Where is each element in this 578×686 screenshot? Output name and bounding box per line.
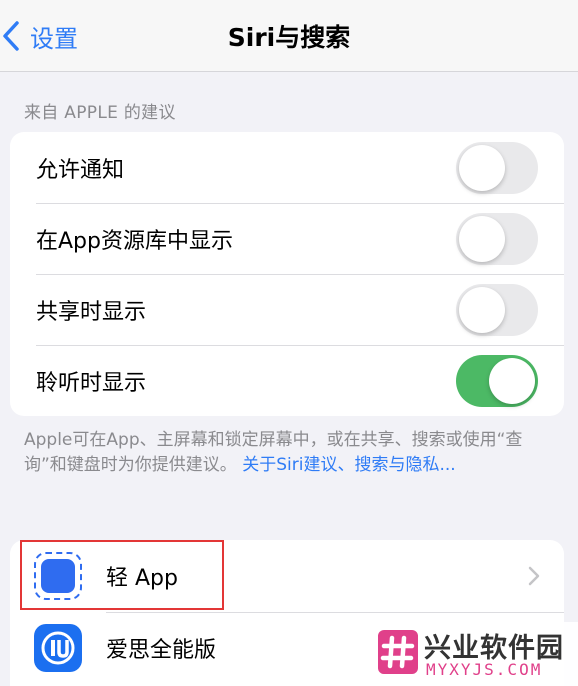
row-show-when-sharing: 共享时显示: [10, 274, 564, 345]
section-header: 来自 APPLE 的建议: [24, 103, 176, 123]
hash-logo-icon: [378, 630, 418, 674]
toggle-knob: [459, 286, 505, 333]
show-when-sharing-toggle[interactable]: [456, 283, 538, 336]
toggle-knob: [459, 215, 505, 262]
siri-privacy-link[interactable]: 关于Siri建议、搜索与隐私...: [242, 455, 455, 475]
row-allow-notifications: 允许通知: [10, 132, 564, 203]
navigation-bar: 设置 Siri与搜索: [0, 0, 578, 72]
aisi-app-icon: [34, 624, 82, 672]
watermark: 兴业软件园 MYXYJS.COM: [372, 622, 578, 686]
toggle-knob: [459, 144, 505, 191]
show-when-listening-toggle[interactable]: [456, 354, 538, 407]
show-in-app-library-toggle[interactable]: [456, 212, 538, 265]
page-title: Siri与搜索: [227, 23, 351, 52]
section-footer: Apple可在App、主屏幕和锁定屏幕中，或在共享、搜索或使用“查询”和键盘时为…: [24, 428, 552, 478]
chevron-right-icon: [528, 566, 540, 586]
toggle-knob: [489, 357, 535, 404]
highlight-box: [20, 540, 224, 610]
row-show-in-app-library: 在App资源库中显示: [10, 203, 564, 274]
suggestions-group: 允许通知 在App资源库中显示 共享时显示 聆听时显示: [10, 132, 564, 416]
watermark-url: MYXYJS.COM: [426, 660, 543, 679]
allow-notifications-toggle[interactable]: [456, 141, 538, 194]
row-show-when-listening: 聆听时显示: [10, 345, 564, 416]
